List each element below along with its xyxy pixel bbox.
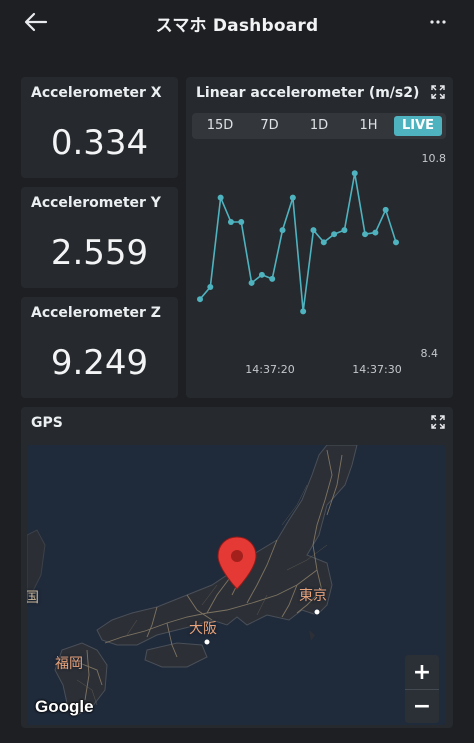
stat-value: 2.559 bbox=[50, 233, 149, 273]
data-point bbox=[279, 227, 286, 234]
data-point bbox=[227, 219, 234, 225]
stat-label: Accelerometer Z bbox=[31, 305, 161, 321]
accelerometer-z-card: Accelerometer Z 9.249 bbox=[21, 297, 178, 398]
data-point bbox=[289, 194, 296, 201]
y-tick-label-bottom: 8.4 bbox=[421, 347, 439, 360]
data-point bbox=[331, 231, 338, 238]
data-point bbox=[238, 219, 245, 225]
map-label-tokyo: 東京 bbox=[299, 588, 327, 604]
more-button[interactable] bbox=[426, 10, 450, 34]
map-canvas bbox=[27, 445, 358, 716]
data-point bbox=[197, 296, 203, 303]
map-label-osaka: 大阪 bbox=[189, 621, 217, 637]
line-chart: 10.8 8.4 14:37:20 14:37:30 bbox=[197, 152, 447, 376]
accelerometer-y-card: Accelerometer Y 2.559 bbox=[21, 187, 178, 288]
data-point bbox=[217, 194, 224, 201]
series-group bbox=[197, 170, 399, 315]
data-point bbox=[320, 239, 327, 246]
data-point bbox=[269, 275, 276, 282]
stat-label: Accelerometer X bbox=[31, 85, 162, 101]
data-point bbox=[310, 227, 317, 234]
back-button[interactable] bbox=[20, 8, 52, 36]
stat-label: Accelerometer Y bbox=[31, 195, 161, 211]
x-tick-label-1: 14:37:20 bbox=[245, 363, 294, 376]
expand-icon[interactable] bbox=[431, 415, 445, 429]
data-point bbox=[351, 170, 358, 177]
data-point bbox=[300, 308, 307, 315]
accelerometer-x-card: Accelerometer X 0.334 bbox=[21, 77, 178, 178]
map-label-korea: 国 bbox=[27, 590, 39, 606]
x-tick-label-2: 14:37:30 bbox=[352, 363, 401, 376]
y-tick-label-top: 10.8 bbox=[422, 152, 447, 165]
data-point bbox=[372, 229, 379, 236]
gps-title: GPS bbox=[31, 415, 63, 431]
stat-value: 0.334 bbox=[50, 123, 149, 163]
map-label-fukuoka: 福岡 bbox=[55, 656, 83, 672]
gps-map[interactable]: 東京 大阪 福岡 国 + − Google bbox=[27, 445, 445, 725]
series-line bbox=[199, 173, 397, 312]
data-point bbox=[258, 271, 265, 278]
gps-card: GPS 東京 大阪 福岡 国 + − Google bbox=[21, 407, 453, 728]
data-point bbox=[207, 284, 214, 290]
page-title: スマホ Dashboard bbox=[155, 15, 319, 36]
data-point bbox=[248, 279, 255, 286]
zoom-out-button[interactable]: − bbox=[405, 689, 439, 723]
data-point bbox=[362, 231, 369, 238]
google-attribution: Google bbox=[35, 697, 94, 716]
zoom-in-button[interactable]: + bbox=[405, 655, 439, 689]
data-point bbox=[382, 206, 389, 213]
data-point bbox=[393, 239, 399, 246]
more-horizontal-icon bbox=[430, 20, 446, 24]
data-point bbox=[341, 227, 348, 234]
arrow-left-icon bbox=[24, 12, 48, 32]
app-bar: スマホ Dashboard bbox=[0, 0, 474, 46]
linear-accelerometer-card: Linear accelerometer (m/s2) 15D 7D 1D 1H… bbox=[186, 77, 453, 398]
stat-value: 9.249 bbox=[50, 343, 149, 383]
